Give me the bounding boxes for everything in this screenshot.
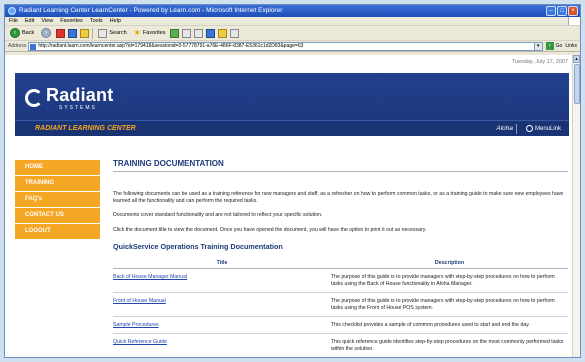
menu-view[interactable]: View <box>41 17 53 25</box>
scroll-thumb[interactable] <box>574 64 580 104</box>
document-description: The purpose of this guide is to provide … <box>331 268 568 294</box>
stop-icon[interactable] <box>56 28 66 38</box>
nav-faqs[interactable]: FAQ's <box>15 192 100 208</box>
go-button[interactable]: › Go <box>545 42 563 50</box>
refresh-icon[interactable] <box>68 28 78 38</box>
nav-contact-us[interactable]: CONTACT US <box>15 208 100 224</box>
menu-tools[interactable]: Tools <box>90 17 103 25</box>
vertical-scrollbar[interactable]: ▲ <box>572 55 580 357</box>
home-icon[interactable] <box>80 28 90 38</box>
address-label: Address <box>8 43 27 49</box>
banner-strip: RADIANT LEARNING CENTER Aloha MenuLink <box>15 120 569 136</box>
mail-icon[interactable] <box>182 28 192 38</box>
minimize-button[interactable]: – <box>546 6 556 16</box>
browser-window: Radiant Learning Center LearnCenter - Po… <box>4 4 581 358</box>
table-row: Front of House Manual The purpose of thi… <box>113 292 568 317</box>
menulink-logo: MenuLink <box>525 125 561 133</box>
address-input[interactable]: http://radiant.learn.com/learncenter.asp… <box>28 41 535 51</box>
table-row: Quick Reference Guide This quick referen… <box>113 333 568 357</box>
site-banner: Radiant SYSTEMS RADIANT LEARNING CENTER … <box>15 73 569 136</box>
brand-sub: SYSTEMS <box>59 105 97 111</box>
edit-icon[interactable] <box>206 28 216 38</box>
menu-edit[interactable]: Edit <box>25 17 34 25</box>
toolbar: ‹ Back › Search ★ Favorites <box>5 26 580 41</box>
forward-arrow-icon: › <box>41 28 52 38</box>
page-icon <box>30 43 37 50</box>
nav-logout[interactable]: LOGOUT <box>15 224 100 240</box>
forward-button[interactable]: › <box>39 27 53 39</box>
messenger-icon[interactable] <box>230 28 240 38</box>
toolbar-separator <box>92 27 94 39</box>
table-row: Back of House Manager Manual The purpose… <box>113 268 568 294</box>
search-button[interactable]: Search <box>96 27 128 39</box>
close-button[interactable]: × <box>568 6 578 16</box>
title-bar: Radiant Learning Center LearnCenter - Po… <box>5 5 580 17</box>
radiant-logo-icon <box>25 89 43 107</box>
nav-home[interactable]: HOME <box>15 160 100 176</box>
address-url: http://radiant.learn.com/learncenter.asp… <box>38 42 304 49</box>
menu-help[interactable]: Help <box>110 17 121 25</box>
document-description: The purpose of this guide is to provide … <box>331 292 568 317</box>
intro-paragraph: Click the document title to view the doc… <box>113 226 427 233</box>
go-label: Go <box>555 43 563 49</box>
brand-name: Radiant <box>46 85 114 105</box>
table-row: Sample Procedures This checklist provide… <box>113 316 568 335</box>
main-content: TRAINING DOCUMENTATION The following doc… <box>113 159 568 357</box>
documents-table: Title Description Back of House Manager … <box>113 258 568 357</box>
column-header-description: Description <box>331 258 568 270</box>
document-description: This checklist provides a sample of comm… <box>331 316 568 335</box>
back-button[interactable]: ‹ Back <box>8 27 36 39</box>
nav-training[interactable]: TRAINING <box>15 176 100 192</box>
page-content: Tuesday, July 17, 2007 Radiant SYSTEMS R… <box>5 55 580 357</box>
page-title: TRAINING DOCUMENTATION <box>113 159 568 172</box>
menu-file[interactable]: File <box>9 17 18 25</box>
intro-paragraph: Documents cover standard functionality a… <box>113 212 323 219</box>
favorites-button[interactable]: ★ Favorites <box>132 27 168 39</box>
address-bar: Address http://radiant.learn.com/learnce… <box>5 41 580 52</box>
back-label: Back <box>22 30 35 36</box>
learning-center-title: RADIANT LEARNING CENTER <box>35 125 136 132</box>
scroll-up-arrow-icon[interactable]: ▲ <box>573 55 580 63</box>
document-link[interactable]: Back of House Manager Manual <box>113 268 331 294</box>
window-title: Radiant Learning Center LearnCenter - Po… <box>19 7 283 14</box>
document-link[interactable]: Sample Procedures <box>113 316 331 335</box>
search-icon <box>98 28 108 38</box>
aloha-logo: Aloha <box>496 125 513 132</box>
column-header-title: Title <box>113 258 331 270</box>
go-arrow-icon: › <box>545 42 554 50</box>
address-dropdown[interactable]: ▾ <box>534 41 543 51</box>
intro-paragraph: The following documents can be used as a… <box>113 191 564 204</box>
document-link[interactable]: Quick Reference Guide <box>113 333 331 357</box>
favorites-star-icon: ★ <box>133 28 141 37</box>
history-icon[interactable] <box>170 28 180 38</box>
menulink-ring-icon <box>525 125 533 132</box>
ie-icon <box>8 7 16 15</box>
menu-favorites[interactable]: Favorites <box>60 17 83 25</box>
favorites-label: Favorites <box>142 30 166 36</box>
search-label: Search <box>109 30 127 36</box>
windows-logo-icon <box>568 17 580 25</box>
menu-bar: File Edit View Favorites Tools Help <box>5 17 580 26</box>
back-arrow-icon: ‹ <box>10 28 20 38</box>
document-description: This quick reference guide identifies st… <box>331 333 568 357</box>
document-link[interactable]: Front of House Manual <box>113 292 331 317</box>
menulink-text: MenuLink <box>534 126 561 133</box>
side-nav: HOME TRAINING FAQ's CONTACT US LOGOUT <box>15 160 100 240</box>
folder-icon[interactable] <box>218 28 228 38</box>
links-button[interactable]: Links <box>565 43 577 49</box>
date-label: Tuesday, July 17, 2007 <box>511 59 568 65</box>
strip-divider <box>516 124 517 134</box>
section-title: QuickService Operations Training Documen… <box>113 242 283 252</box>
maximize-button[interactable]: □ <box>557 6 567 16</box>
print-icon[interactable] <box>194 28 204 38</box>
